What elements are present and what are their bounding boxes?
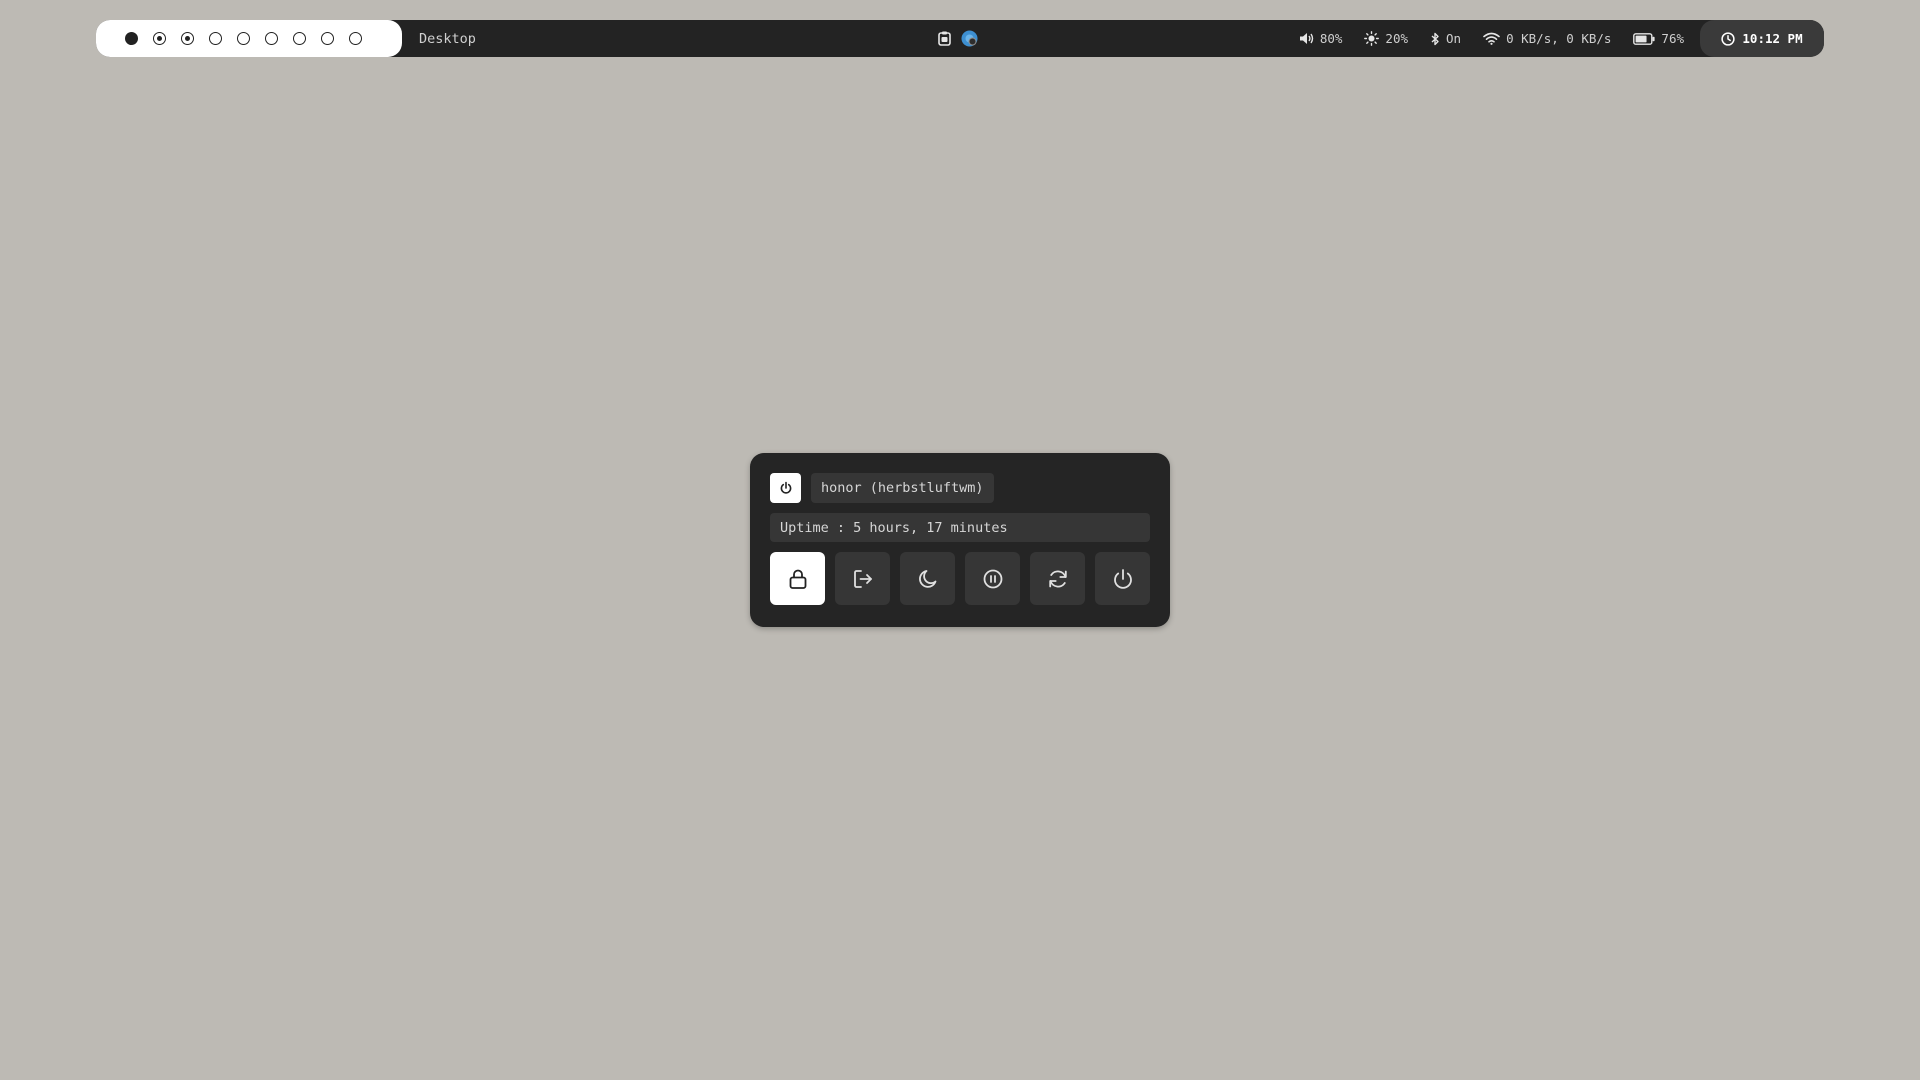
clock-icon xyxy=(1721,31,1736,46)
bluetooth-icon xyxy=(1431,32,1439,45)
bluetooth-value: On xyxy=(1446,31,1462,46)
workspace-switcher xyxy=(96,20,402,57)
top-bar: Desktop 80% 20% On 0 KB/s, 0 KB/s 76% 10… xyxy=(96,20,1824,57)
power-icon xyxy=(1113,568,1132,589)
uptime-label: Uptime : 5 hours, 17 minutes xyxy=(770,513,1150,542)
moon-icon xyxy=(918,569,936,588)
workspace-1-indicator[interactable] xyxy=(125,32,138,45)
volume-value: 80% xyxy=(1319,31,1343,46)
logout-button[interactable] xyxy=(835,552,890,605)
clock-widget[interactable]: 10:12 PM xyxy=(1700,20,1824,57)
active-window-title: Desktop xyxy=(419,30,476,47)
status-indicators: 80% 20% On 0 KB/s, 0 KB/s 76% xyxy=(1299,20,1684,57)
wifi-icon xyxy=(1483,32,1500,45)
workspace-7-indicator[interactable] xyxy=(293,32,306,45)
battery-indicator[interactable]: 76% xyxy=(1633,31,1684,46)
workspace-3-indicator[interactable] xyxy=(181,32,194,45)
lock-icon xyxy=(789,569,806,589)
power-menu-header: honor (herbstluftwm) xyxy=(770,473,1150,503)
workspace-8-indicator[interactable] xyxy=(321,32,334,45)
network-indicator[interactable]: 0 KB/s, 0 KB/s xyxy=(1483,31,1611,46)
sleep-button[interactable] xyxy=(900,552,955,605)
clipboard-icon[interactable] xyxy=(938,31,951,46)
workspace-6-indicator[interactable] xyxy=(265,32,278,45)
workspace-9-indicator[interactable] xyxy=(349,32,362,45)
lock-button[interactable] xyxy=(770,552,825,605)
battery-value: 76% xyxy=(1661,31,1684,46)
volume-indicator[interactable]: 80% xyxy=(1299,31,1343,46)
host-label: honor (herbstluftwm) xyxy=(811,473,994,503)
logout-icon xyxy=(853,569,872,588)
workspace-2-indicator[interactable] xyxy=(153,32,166,45)
suspend-button[interactable] xyxy=(965,552,1020,605)
brightness-value: 20% xyxy=(1385,31,1408,46)
sun-icon xyxy=(1364,31,1380,46)
brightness-indicator[interactable]: 20% xyxy=(1364,31,1408,46)
workspace-4-indicator[interactable] xyxy=(209,32,222,45)
clock-time: 10:12 PM xyxy=(1742,31,1803,46)
speaker-icon xyxy=(1299,33,1314,44)
bluetooth-indicator[interactable]: On xyxy=(1430,31,1461,46)
power-actions xyxy=(770,552,1150,605)
battery-icon xyxy=(1633,32,1656,45)
network-speed: 0 KB/s, 0 KB/s xyxy=(1506,31,1612,46)
reboot-icon xyxy=(1048,570,1067,587)
system-tray xyxy=(938,20,978,57)
power-menu-panel: honor (herbstluftwm) Uptime : 5 hours, 1… xyxy=(750,453,1170,627)
app-indicator-icon[interactable] xyxy=(961,30,978,47)
shutdown-button[interactable] xyxy=(1095,552,1150,605)
reboot-button[interactable] xyxy=(1030,552,1085,605)
workspace-5-indicator[interactable] xyxy=(237,32,250,45)
pause-icon xyxy=(983,569,1002,588)
power-icon xyxy=(770,473,801,503)
